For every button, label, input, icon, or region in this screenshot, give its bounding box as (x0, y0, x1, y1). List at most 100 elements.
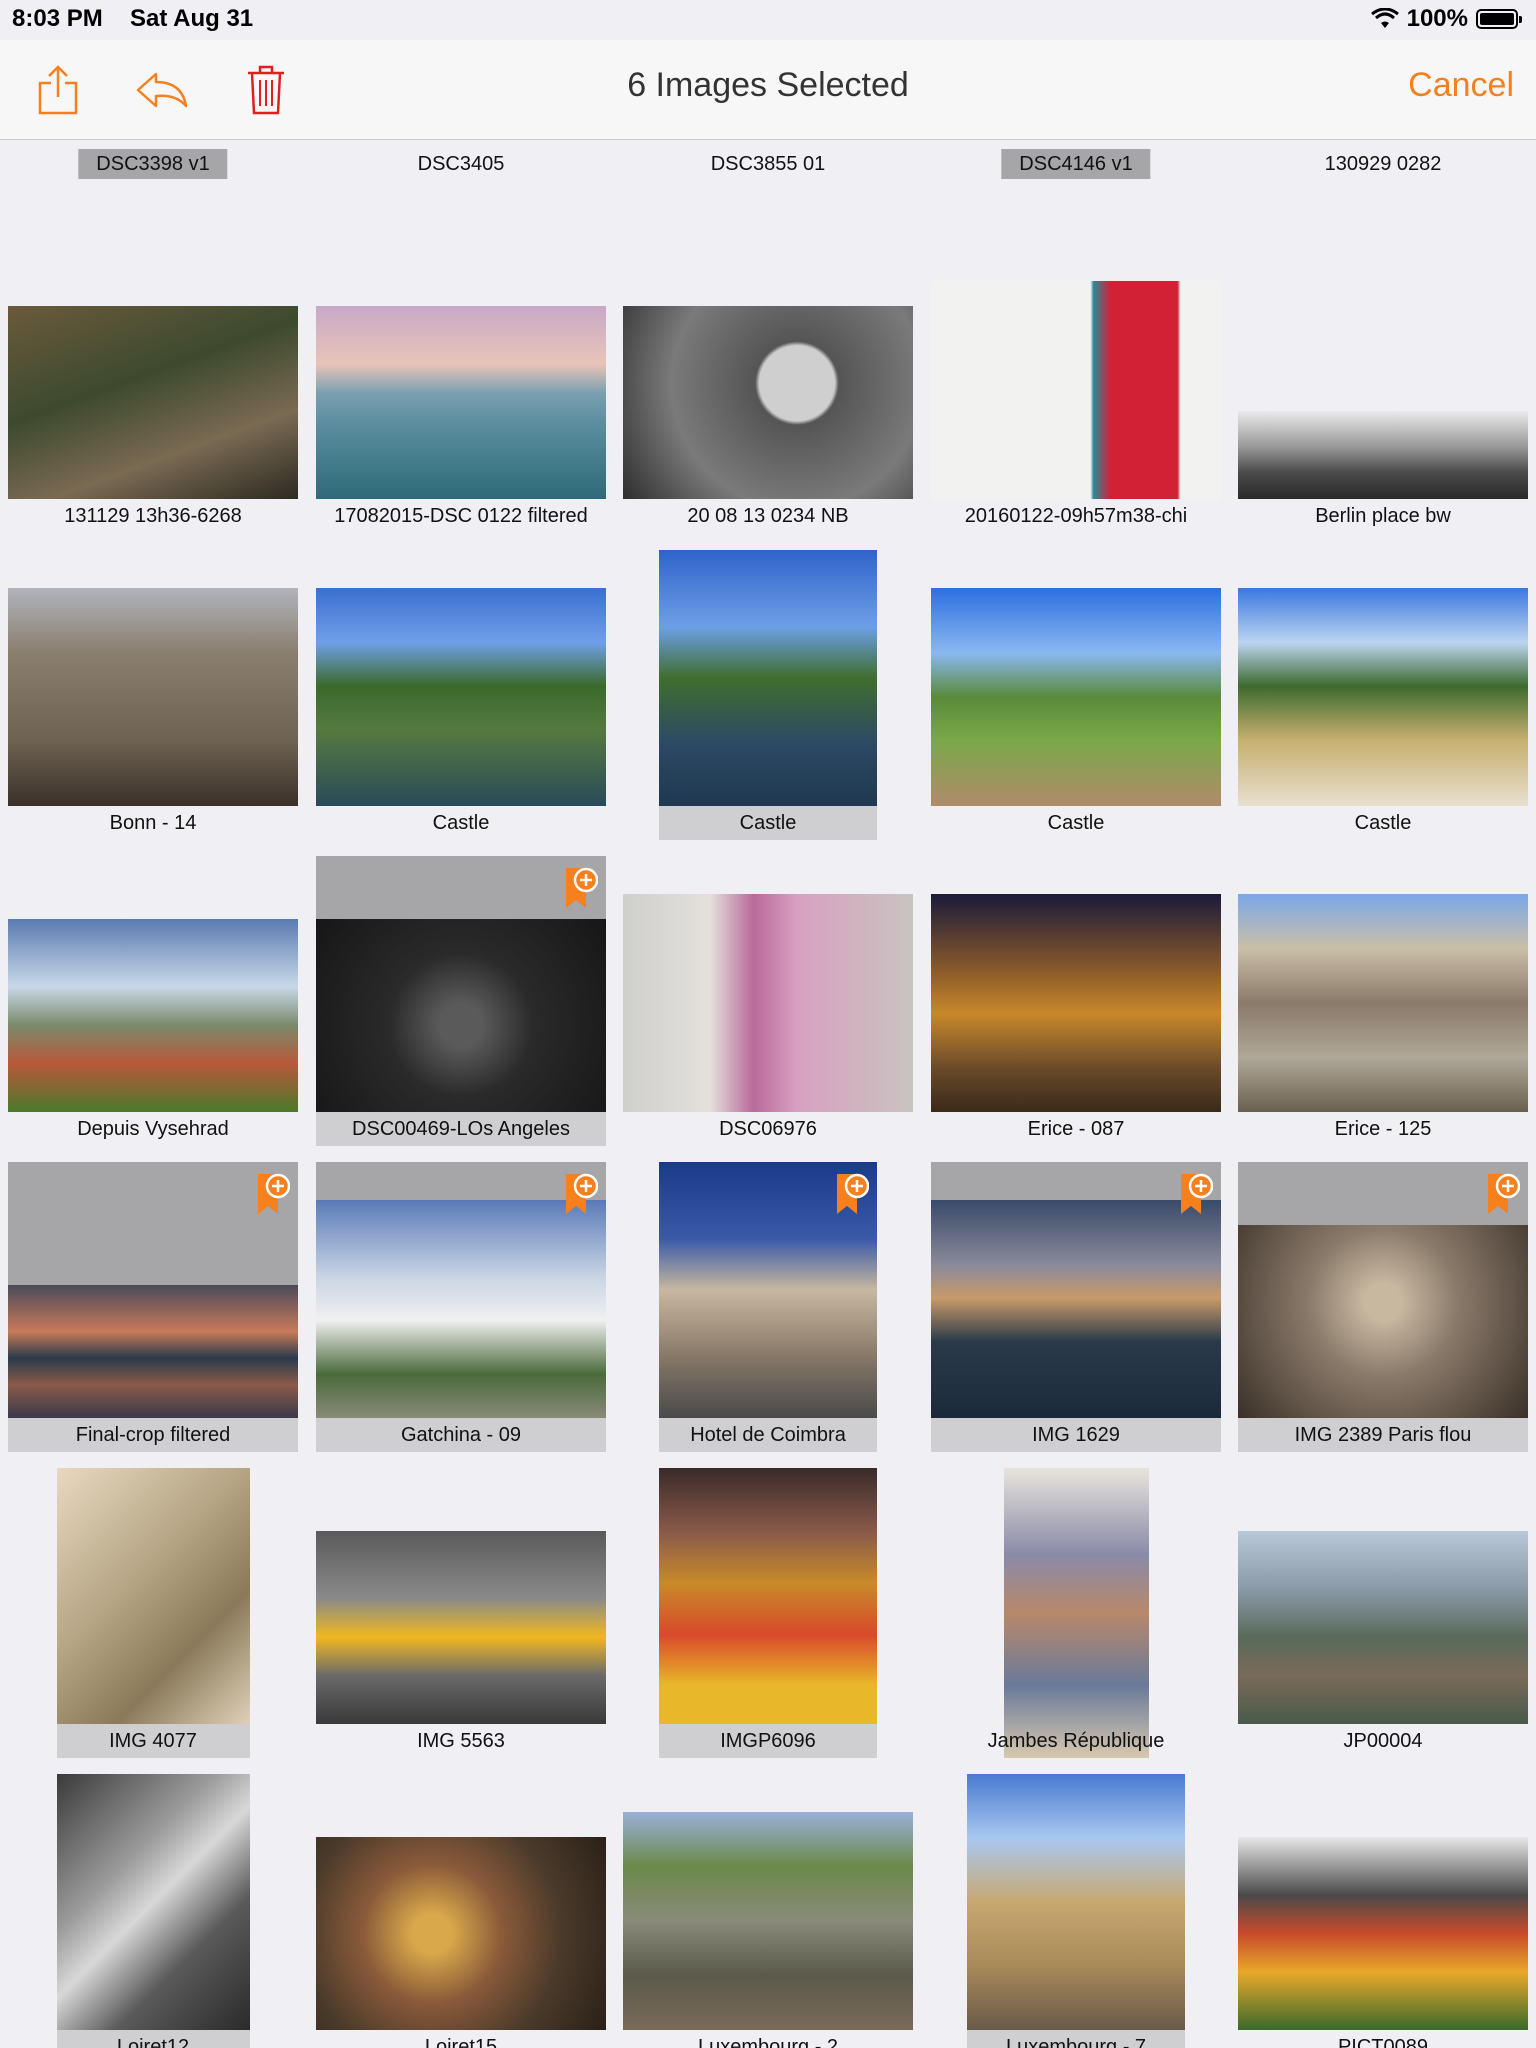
photo-thumbnail (1003, 1468, 1149, 1758)
cancel-button[interactable]: Cancel (1408, 66, 1514, 105)
photo-thumbnail (316, 1837, 606, 2030)
grid-item[interactable]: Berlin place bw (1238, 243, 1528, 533)
grid-item-label: 131129 13h36-6268 (64, 505, 242, 527)
photo-thumbnail (8, 919, 298, 1112)
photo-thumbnail (316, 588, 606, 806)
grid-item-label: Berlin place bw (1315, 505, 1451, 527)
grid-item-label: 20160122-09h57m38-chi (964, 505, 1188, 527)
grid-item[interactable]: JP00004 (1238, 1468, 1528, 1758)
grid-item-label: Bonn - 14 (109, 812, 197, 834)
photo-grid[interactable]: DSC3398 v1 DSC3405 DSC3855 01 DSC4146 v1 130… (0, 141, 1536, 2048)
photo-thumbnail (659, 1468, 877, 1724)
grid-item-label: Final-crop filtered (8, 1418, 298, 1452)
photo-thumbnail (1238, 1531, 1528, 1724)
grid-item-label[interactable]: DSC4146 v1 (931, 141, 1221, 181)
grid-item[interactable]: Final-crop filtered (8, 1162, 298, 1452)
grid-item-label: Erice - 125 (1334, 1118, 1432, 1140)
photo-thumbnail (1238, 411, 1528, 499)
grid-item[interactable]: IMG 5563 (316, 1468, 606, 1758)
grid-item[interactable]: Castle (1238, 550, 1528, 840)
grid-item-label: PICT0089 (1337, 2036, 1429, 2048)
grid-item-label: Hotel de Coimbra (659, 1418, 877, 1452)
grid-item-label-text: DSC3855 01 (710, 153, 826, 175)
bookmark-add-icon[interactable] (1179, 1172, 1213, 1218)
photo-thumbnail (1238, 588, 1528, 806)
grid-item[interactable]: Gatchina - 09 (316, 1162, 606, 1452)
grid-item-label: DSC00469-LOs Angeles (316, 1112, 606, 1146)
grid-item[interactable]: Loiret15 (316, 1774, 606, 2048)
grid-item[interactable]: Castle (316, 550, 606, 840)
grid-item[interactable]: Erice - 125 (1238, 856, 1528, 1146)
photo-thumbnail (56, 1468, 250, 1724)
toolbar: 6 Images Selected Cancel (0, 40, 1536, 140)
grid-item[interactable]: Castle (931, 550, 1221, 840)
grid-item[interactable]: Luxembourg - 7 (931, 1774, 1221, 2048)
grid-item-label: Luxembourg - 7 (967, 2030, 1185, 2048)
grid-item-label: Castle (659, 806, 877, 840)
grid-item-label: Erice - 087 (1027, 1118, 1125, 1140)
page-title: 6 Images Selected (627, 66, 909, 104)
photo-thumbnail (931, 894, 1221, 1112)
grid-item-label: Depuis Vysehrad (77, 1118, 229, 1140)
grid-item-label: DSC06976 (719, 1118, 817, 1140)
grid-item-label: Luxembourg - 2 (697, 2036, 839, 2048)
grid-item[interactable]: 17082015-DSC 0122 filtered (316, 243, 606, 533)
grid-item[interactable]: IMG 2389 Paris flou (1238, 1162, 1528, 1452)
bookmark-add-icon[interactable] (256, 1172, 290, 1218)
photo-thumbnail (8, 588, 298, 806)
grid-item-label: Gatchina - 09 (316, 1418, 606, 1452)
grid-item[interactable]: Jambes République (931, 1468, 1221, 1758)
photo-thumbnail (931, 1200, 1221, 1418)
grid-item[interactable]: 20 08 13 0234 NB (623, 243, 913, 533)
grid-item[interactable]: Bonn - 14 (8, 550, 298, 840)
photo-thumbnail (931, 588, 1221, 806)
grid-item-label[interactable]: DSC3405 (316, 141, 606, 181)
bookmark-add-icon[interactable] (835, 1172, 869, 1218)
grid-item-label: JP00004 (1343, 1730, 1423, 1752)
photo-thumbnail (56, 1774, 250, 2030)
grid-item[interactable]: Loiret12 (8, 1774, 298, 2048)
photo-thumbnail (931, 281, 1221, 499)
grid-item-label[interactable]: 130929 0282 (1238, 141, 1528, 181)
grid-item[interactable]: IMG 1629 (931, 1162, 1221, 1452)
battery-icon (1476, 9, 1522, 29)
status-time: 8:03 PM (12, 5, 103, 32)
photo-thumbnail (316, 919, 606, 1112)
photo-thumbnail (316, 306, 606, 499)
grid-item-label: IMG 1629 (931, 1418, 1221, 1452)
bookmark-add-icon[interactable] (564, 866, 598, 912)
photo-thumbnail (8, 306, 298, 499)
grid-item[interactable]: Erice - 087 (931, 856, 1221, 1146)
grid-item-label-text: DSC4146 v1 (1001, 149, 1151, 179)
grid-item-label-text: DSC3405 (417, 153, 505, 175)
status-right: 100% (1370, 5, 1522, 33)
grid-item-label[interactable]: DSC3855 01 (623, 141, 913, 181)
grid-item-label: Castle (1047, 812, 1105, 834)
grid-item[interactable]: PICT0089 (1238, 1774, 1528, 2048)
grid-item-label: 17082015-DSC 0122 filtered (334, 505, 588, 527)
grid-item-label: Loiret12 (56, 2030, 250, 2048)
grid-item-label: Jambes République (987, 1730, 1165, 1752)
grid-item-label-text: 130929 0282 (1324, 153, 1442, 175)
grid-item[interactable]: Depuis Vysehrad (8, 856, 298, 1146)
photo-thumbnail (1238, 1225, 1528, 1418)
grid-item[interactable]: DSC00469-LOs Angeles (316, 856, 606, 1146)
bookmark-add-icon[interactable] (1486, 1172, 1520, 1218)
photo-thumbnail (1238, 894, 1528, 1112)
bookmark-add-icon[interactable] (564, 1172, 598, 1218)
grid-item[interactable]: IMGP6096 (623, 1468, 913, 1758)
grid-item[interactable]: 20160122-09h57m38-chi (931, 243, 1221, 533)
grid-item[interactable]: Hotel de Coimbra (623, 1162, 913, 1452)
photo-thumbnail (316, 1531, 606, 1724)
grid-item[interactable]: 131129 13h36-6268 (8, 243, 298, 533)
battery-percent: 100% (1406, 5, 1468, 32)
photo-thumbnail (967, 1774, 1185, 2030)
grid-item[interactable]: DSC06976 (623, 856, 913, 1146)
grid-item-label[interactable]: DSC3398 v1 (8, 141, 298, 181)
grid-item[interactable]: Castle (623, 550, 913, 840)
grid-item[interactable]: Luxembourg - 2 (623, 1774, 913, 2048)
grid-item[interactable]: IMG 4077 (8, 1468, 298, 1758)
grid-item-label: IMGP6096 (659, 1724, 877, 1758)
photo-thumbnail (1238, 1837, 1528, 2030)
wifi-icon (1370, 8, 1399, 28)
